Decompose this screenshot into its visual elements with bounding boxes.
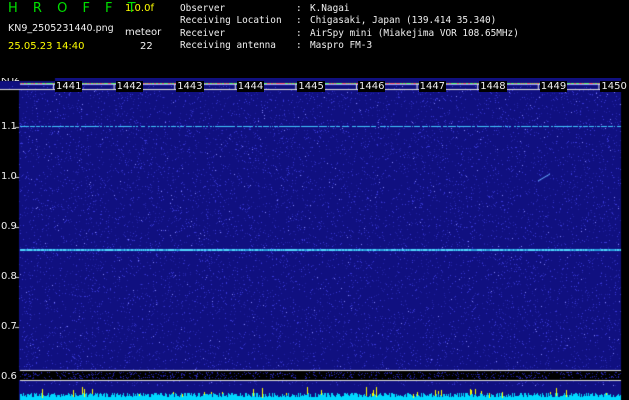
y-tick-label: 0.8 (1, 271, 17, 282)
datetime-label: 25.05.23 14:40 (8, 41, 85, 52)
x-tick-label: 1447 (418, 81, 447, 92)
x-tick-label: 1441 (55, 81, 83, 92)
info-panel: Observer: K.Nagai Receiving Location: Chig… (180, 3, 519, 52)
info-row-receiver: Receiver: AirSpy mini (Miakejima VOR 108.… (180, 28, 519, 40)
y-tick-label: 1.0 (1, 171, 17, 182)
info-row-observer: Observer: K.Nagai (180, 3, 519, 15)
info-value: Maspro FM-3 (310, 39, 373, 51)
info-key: Receiving Location (180, 15, 282, 27)
info-row-location: Receiving Location: Chigasaki, Japan (139… (180, 15, 519, 27)
x-tick-label: 1448 (479, 81, 507, 92)
version-label: 1.0.0f (125, 3, 154, 14)
spectrogram-canvas (0, 78, 629, 400)
info-value: Chigasaki, Japan (139.414 35.340) (310, 15, 497, 27)
info-separator: : (296, 39, 302, 51)
header: H R O F F T 1.0.0f KN9_2505231440.png me… (0, 0, 629, 78)
x-tick-label: 1445 (297, 81, 325, 92)
info-key: Observer (180, 3, 226, 14)
mode-label: meteor (125, 27, 162, 38)
info-separator: : (296, 15, 302, 27)
count-label: 22 (140, 41, 153, 52)
y-tick-label: 0.7 (1, 321, 17, 332)
y-tick-label: 0.6 (1, 371, 17, 382)
x-tick-label: 1449 (539, 81, 568, 92)
info-key: Receiving antenna (180, 39, 276, 51)
info-value: AirSpy mini (Miakejima VOR 108.65MHz) (310, 27, 519, 39)
x-tick-label: 1444 (236, 81, 265, 92)
x-tick-label: 1442 (115, 81, 144, 92)
info-separator: : (296, 27, 302, 39)
spectrogram-plot: kHz 1.1 1.0 0.9 0.8 0.7 0.6 1441 1442 1443 1444 1… (0, 78, 629, 400)
y-tick-label: 1.1 (1, 121, 17, 132)
info-row-antenna: Receiving antenna: Maspro FM-3 (180, 40, 519, 52)
info-value: K.Nagai (310, 3, 350, 14)
y-tick-label: 0.9 (1, 221, 17, 232)
info-separator: : (296, 3, 302, 14)
info-key: Receiver (180, 27, 226, 39)
app-title: H R O F F T (8, 1, 142, 16)
x-tick-label: 1450 (600, 81, 628, 92)
filename-label: KN9_2505231440.png (8, 23, 114, 34)
y-axis-unit: kHz (1, 78, 20, 84)
x-tick-label: 1446 (358, 81, 386, 92)
x-tick-label: 1443 (176, 81, 204, 92)
